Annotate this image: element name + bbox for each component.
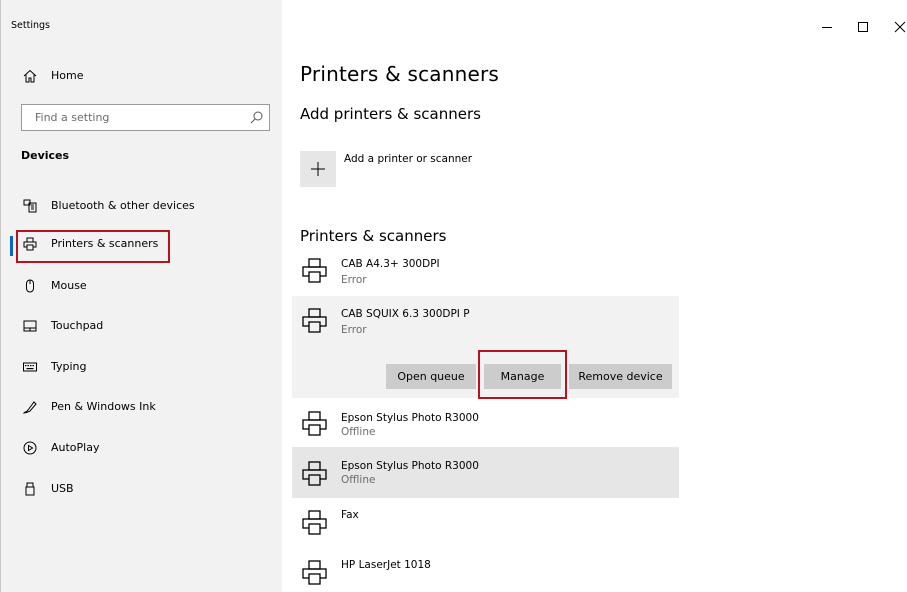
- add-section-heading: Add printers & scanners: [300, 105, 481, 123]
- sidebar-item-label: Home: [51, 69, 84, 82]
- printer-icon: [302, 411, 327, 436]
- search-input[interactable]: [22, 105, 250, 130]
- sidebar-item-label: Typing: [51, 360, 87, 373]
- printer-status: Offline: [341, 474, 376, 486]
- close-icon[interactable]: [890, 17, 907, 37]
- highlight-box: [478, 350, 567, 399]
- printer-item[interactable]: CAB A4.3+ 300DPI Error: [292, 250, 679, 296]
- page-title: Printers & scanners: [300, 62, 500, 86]
- printer-item[interactable]: HP LaserJet 1018: [292, 550, 679, 592]
- home-icon: [23, 69, 37, 83]
- printer-icon: [23, 237, 37, 251]
- add-printer-button[interactable]: [300, 151, 336, 187]
- printer-item[interactable]: Fax: [292, 500, 679, 546]
- search-box[interactable]: [21, 104, 270, 131]
- printer-item[interactable]: Epson Stylus Photo R3000 Offline: [292, 447, 679, 498]
- printer-name: CAB SQUIX 6.3 300DPI P: [341, 308, 470, 320]
- sidebar-item-printers[interactable]: Printers & scanners: [1, 226, 283, 264]
- sidebar-item-home[interactable]: Home: [1, 58, 283, 96]
- settings-window: Settings Home Devices Bluetooth & othe: [0, 0, 907, 592]
- sidebar-item-label: Touchpad: [51, 319, 104, 332]
- printers-list-heading: Printers & scanners: [300, 227, 447, 245]
- sidebar-item-label: AutoPlay: [51, 441, 100, 454]
- bluetooth-devices-icon: [23, 199, 37, 213]
- printer-icon: [302, 308, 327, 333]
- maximize-icon[interactable]: [853, 17, 873, 37]
- sidebar-item-touchpad[interactable]: Touchpad: [1, 308, 283, 346]
- sidebar: Settings Home Devices Bluetooth & othe: [0, 0, 282, 592]
- printer-icon: [302, 461, 327, 486]
- sidebar-item-label: USB: [51, 482, 74, 495]
- sidebar-item-typing[interactable]: Typing: [1, 349, 283, 387]
- usb-icon: [25, 482, 35, 496]
- section-heading: Devices: [21, 149, 70, 162]
- sidebar-item-pen[interactable]: Pen & Windows Ink: [1, 389, 283, 427]
- sidebar-item-label: Printers & scanners: [51, 237, 159, 250]
- printer-icon: [302, 258, 327, 283]
- sidebar-item-label: Bluetooth & other devices: [51, 199, 195, 212]
- printer-name: Epson Stylus Photo R3000: [341, 412, 479, 424]
- app-title: Settings: [11, 20, 50, 31]
- sidebar-item-usb[interactable]: USB: [1, 471, 283, 509]
- search-icon[interactable]: [250, 111, 263, 124]
- printer-status: Error: [341, 274, 367, 286]
- add-printer-link[interactable]: Add a printer or scanner: [344, 153, 472, 165]
- printer-name: Fax: [341, 509, 359, 521]
- printer-icon: [302, 560, 327, 585]
- minimize-icon[interactable]: [817, 17, 837, 37]
- printer-name: Epson Stylus Photo R3000: [341, 460, 479, 472]
- sidebar-item-bluetooth[interactable]: Bluetooth & other devices: [1, 188, 283, 226]
- autoplay-icon: [23, 441, 37, 455]
- sidebar-item-mouse[interactable]: Mouse: [1, 268, 283, 306]
- keyboard-icon: [23, 362, 37, 372]
- printer-item[interactable]: Epson Stylus Photo R3000 Offline: [292, 398, 679, 446]
- sidebar-item-label: Mouse: [51, 279, 87, 292]
- plus-icon: [311, 162, 325, 176]
- pen-icon: [23, 401, 37, 414]
- touchpad-icon: [23, 320, 37, 332]
- printer-name: CAB A4.3+ 300DPI: [341, 258, 440, 270]
- remove-device-button[interactable]: Remove device: [569, 364, 672, 389]
- printer-icon: [302, 510, 327, 535]
- selected-indicator: [10, 236, 13, 256]
- open-queue-button[interactable]: Open queue: [386, 364, 476, 389]
- printer-status: Offline: [341, 426, 376, 438]
- printer-name: HP LaserJet 1018: [341, 559, 431, 571]
- mouse-icon: [26, 279, 34, 293]
- sidebar-item-label: Pen & Windows Ink: [51, 400, 156, 413]
- printer-item-selected[interactable]: CAB SQUIX 6.3 300DPI P Error Open queue …: [292, 296, 679, 399]
- sidebar-item-autoplay[interactable]: AutoPlay: [1, 430, 283, 468]
- printer-status: Error: [341, 324, 367, 336]
